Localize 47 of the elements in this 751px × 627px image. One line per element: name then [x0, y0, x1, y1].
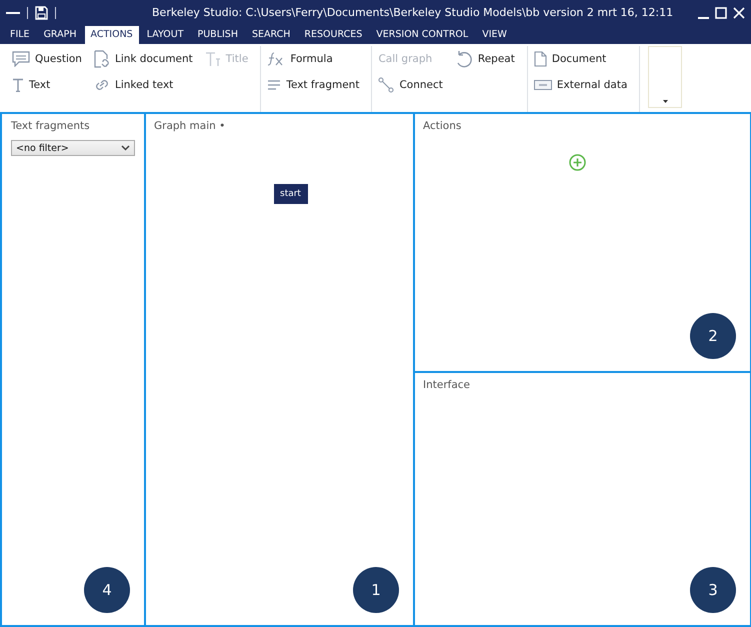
- link-icon: [94, 78, 110, 92]
- save-icon[interactable]: [35, 6, 48, 20]
- menu-tab[interactable]: RESOURCES: [298, 26, 368, 44]
- ribbon-button[interactable]: Connect: [376, 72, 445, 98]
- menu-tab[interactable]: PUBLISH: [192, 26, 244, 44]
- panel-title: Graph main •: [154, 120, 226, 132]
- xml-icon: [534, 80, 552, 90]
- menu-tab[interactable]: SEARCH: [246, 26, 296, 44]
- lines-icon: [267, 80, 282, 90]
- panel-title: Actions: [423, 120, 462, 132]
- ribbon-button[interactable]: Question: [10, 46, 84, 72]
- panel-title: Text fragments: [11, 120, 90, 132]
- ribbon-button[interactable]: Repeat: [452, 46, 517, 72]
- menu-tab[interactable]: VIEW: [476, 26, 513, 44]
- panel-title: Interface: [423, 379, 470, 391]
- ribbon-button[interactable]: Text fragment: [265, 72, 362, 98]
- dropdown-arrow-icon[interactable]: [662, 100, 668, 103]
- menu-tab[interactable]: LAYOUT: [140, 26, 190, 44]
- close-icon[interactable]: [733, 6, 745, 18]
- panel-number-badge: 4: [84, 567, 130, 613]
- panel-number-badge: 3: [690, 567, 736, 613]
- ribbon-button[interactable]: Formula: [265, 46, 362, 72]
- ribbon-button[interactable]: Text: [10, 72, 84, 98]
- ribbon-button[interactable]: Linked text: [92, 72, 195, 98]
- minimize-bar-icon[interactable]: [6, 10, 20, 14]
- menu-tab[interactable]: FILE: [4, 26, 36, 44]
- chevron-down-icon: [121, 145, 130, 151]
- circular-arrow-icon: [454, 50, 473, 68]
- menu-tab[interactable]: VERSION CONTROL: [370, 26, 474, 44]
- connector-icon: [378, 77, 394, 93]
- document-icon: [534, 51, 547, 67]
- ribbon-button[interactable]: Document: [532, 46, 630, 72]
- menu-tab[interactable]: ACTIONS: [84, 26, 139, 44]
- formula-icon: [267, 52, 286, 66]
- menu-tab[interactable]: GRAPH: [38, 26, 83, 44]
- ribbon-button[interactable]: External data: [532, 72, 630, 98]
- maximize-icon[interactable]: [715, 6, 727, 18]
- text-icon: [12, 78, 24, 92]
- speech-bubble-icon: [12, 51, 30, 67]
- ribbon-button[interactable]: Link document: [92, 46, 195, 72]
- document-link-icon: [94, 50, 110, 68]
- title-icon: [204, 51, 221, 67]
- graph-node[interactable]: start: [274, 184, 308, 204]
- filter-dropdown[interactable]: <no filter>: [11, 140, 135, 156]
- panel-number-badge: 2: [690, 313, 736, 359]
- panel-number-badge: 1: [353, 567, 399, 613]
- window-title: Berkeley Studio: C:\Users\Ferry\Documents\Berkeley Studio Models\bb version 2 mrt 16, 12:11: [151, 6, 674, 19]
